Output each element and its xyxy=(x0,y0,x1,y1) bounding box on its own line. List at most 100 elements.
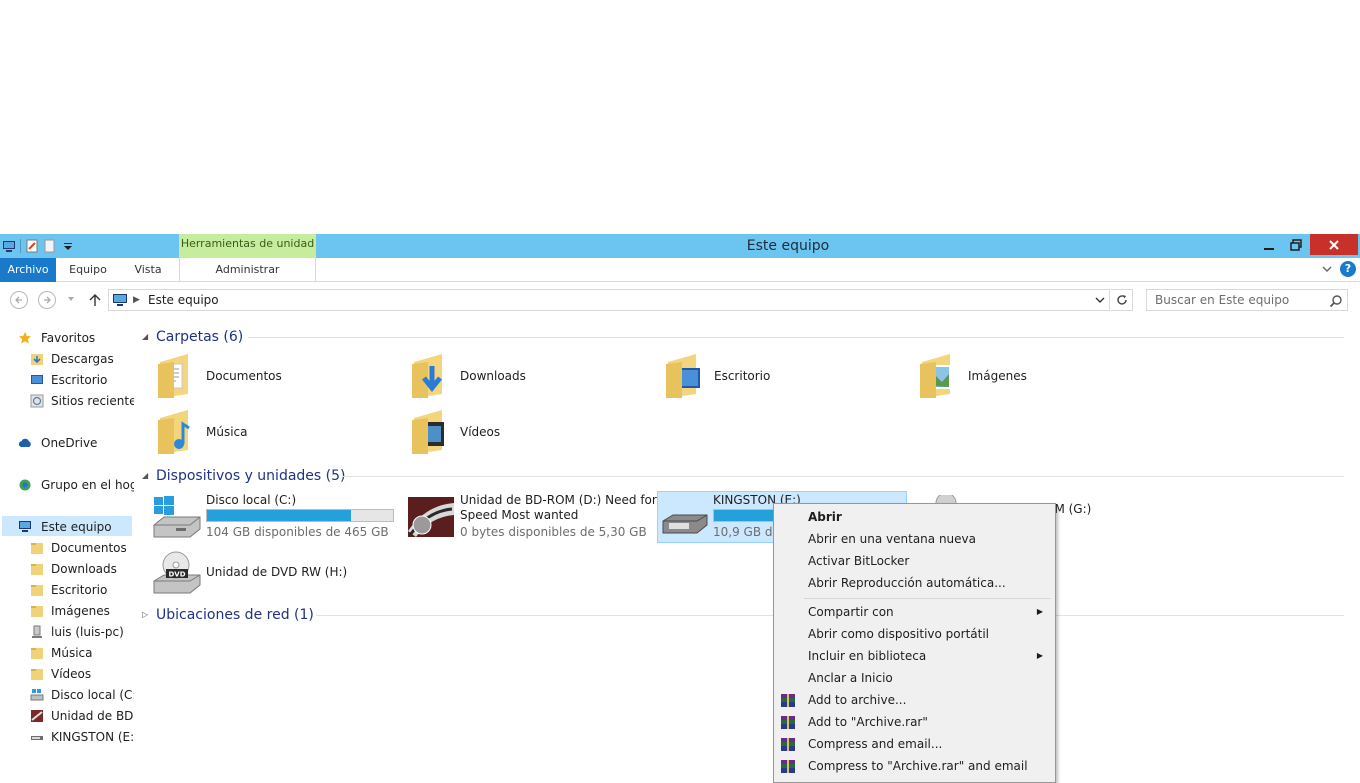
dvd-drive-icon: DVD xyxy=(153,551,201,594)
properties-icon[interactable] xyxy=(25,239,39,253)
address-bar[interactable]: ▶ Este equipo xyxy=(108,289,1110,311)
menu-abrir[interactable]: Abrir xyxy=(776,506,1053,528)
star-icon xyxy=(19,332,31,344)
menu-anclar-inicio[interactable]: Anclar a Inicio xyxy=(776,667,1053,689)
search-input[interactable]: Buscar en Este equipo xyxy=(1146,289,1348,311)
nav-unidad-bd-label: Unidad de BD-F xyxy=(51,709,134,723)
chevron-down-icon[interactable] xyxy=(1093,293,1107,307)
breadcrumb-chevron-icon[interactable]: ▶ xyxy=(133,293,140,307)
collapse-arrow-icon[interactable]: ◢ xyxy=(142,332,148,341)
folder-downloads[interactable]: Downloads xyxy=(392,350,642,402)
computer-icon[interactable] xyxy=(2,239,16,253)
window-title: Este equipo xyxy=(746,238,830,254)
folder-musica-label: Música xyxy=(206,425,248,439)
nav-favoritos-label: Favoritos xyxy=(41,331,96,345)
menu-abrir-nueva-ventana[interactable]: Abrir en una ventana nueva xyxy=(776,528,1053,550)
menu-incluir-biblioteca[interactable]: Incluir en biblioteca ▶ xyxy=(776,645,1053,667)
nav-disco-local-c-label: Disco local (C:) xyxy=(51,688,134,702)
tab-equipo[interactable]: Equipo xyxy=(60,258,116,282)
group-title-dispositivos: Dispositivos y unidades (5) xyxy=(156,468,346,484)
qat-dropdown-icon[interactable] xyxy=(61,239,75,253)
nav-downloads-label: Downloads xyxy=(51,562,117,576)
menu-activar-bitlocker[interactable]: Activar BitLocker xyxy=(776,550,1053,572)
help-icon[interactable]: ? xyxy=(1340,261,1356,277)
drive-c[interactable]: Disco local (C:) 104 GB disponibles de 4… xyxy=(138,491,394,543)
drive-c-name: Disco local (C:) xyxy=(206,493,297,507)
submenu-arrow-icon: ▶ xyxy=(1036,607,1043,616)
close-button[interactable] xyxy=(1310,234,1358,255)
network-computer-icon xyxy=(32,625,42,638)
menu-compress-rar-email[interactable]: Compress to "Archive.rar" and email xyxy=(776,755,1053,777)
drive-h[interactable]: DVD Unidad de DVD RW (H:) xyxy=(138,547,388,599)
search-icon[interactable] xyxy=(1329,294,1343,308)
bd-rom-icon xyxy=(31,710,43,722)
nav-musica-label: Música xyxy=(51,646,93,660)
folder-videos[interactable]: Vídeos xyxy=(392,406,642,458)
refresh-button[interactable] xyxy=(1111,289,1133,311)
nav-escritorio-label: Escritorio xyxy=(51,373,108,387)
menu-compartir-con[interactable]: Compartir con ▶ xyxy=(776,601,1053,623)
tab-administrar[interactable]: Administrar xyxy=(179,258,316,282)
nav-sitios-recientes-label: Sitios recientes xyxy=(51,394,134,408)
drive-d-name-line2: Speed Most wanted xyxy=(460,508,579,522)
tab-archivo[interactable]: Archivo xyxy=(0,258,56,282)
menu-anclar-inicio-label: Anclar a Inicio xyxy=(808,671,893,685)
expand-arrow-icon[interactable]: ▷ xyxy=(142,610,148,619)
new-folder-icon[interactable] xyxy=(43,239,57,253)
qat-separator xyxy=(20,239,21,253)
up-button[interactable] xyxy=(86,291,104,309)
drive-d[interactable]: Unidad de BD-ROM (D:) Need for Speed Most… xyxy=(392,491,657,543)
drive-h-name: Unidad de DVD RW (H:) xyxy=(206,565,348,579)
group-header-red[interactable]: ▷ Ubicaciones de red (1) xyxy=(138,604,1352,626)
breadcrumb-este-equipo[interactable]: Este equipo xyxy=(148,290,219,310)
recent-locations-button[interactable] xyxy=(66,294,76,304)
tab-vista[interactable]: Vista xyxy=(120,258,176,282)
minimize-icon xyxy=(1264,248,1274,250)
folder-imagenes[interactable]: Imágenes xyxy=(900,350,1150,402)
desktop-folder-icon xyxy=(666,354,700,398)
usb-drive-icon xyxy=(31,736,43,740)
collapse-arrow-icon[interactable]: ◢ xyxy=(142,471,148,480)
drive-c-usage-fill xyxy=(207,510,351,521)
context-menu: Abrir Abrir en una ventana nueva Activar… xyxy=(773,503,1056,783)
svg-text:DVD: DVD xyxy=(168,571,185,579)
nav-documentos-label: Documentos xyxy=(51,541,127,555)
nav-imagenes-label: Imágenes xyxy=(51,604,110,618)
menu-compress-rar-email-label: Compress to "Archive.rar" and email xyxy=(808,759,1028,773)
menu-dispositivo-portatil[interactable]: Abrir como dispositivo portátil xyxy=(776,623,1053,645)
bd-rom-game-icon xyxy=(408,497,454,537)
menu-abrir-nueva-ventana-label: Abrir en una ventana nueva xyxy=(808,532,976,546)
search-placeholder: Buscar en Este equipo xyxy=(1155,293,1290,307)
maximize-button[interactable] xyxy=(1283,234,1309,256)
menu-add-to-archive-rar-label: Add to "Archive.rar" xyxy=(808,715,928,729)
folder-icon xyxy=(31,585,43,596)
folder-documentos[interactable]: Documentos xyxy=(138,350,388,402)
hard-drive-icon xyxy=(30,689,44,701)
menu-add-to-archive[interactable]: Add to archive... xyxy=(776,689,1053,711)
folder-icon xyxy=(31,648,43,659)
menu-add-to-archive-rar[interactable]: Add to "Archive.rar" xyxy=(776,711,1053,733)
menu-compress-email[interactable]: Compress and email... xyxy=(776,733,1053,755)
drive-c-usage-bar xyxy=(206,509,394,522)
submenu-arrow-icon: ▶ xyxy=(1036,651,1043,660)
folder-icon xyxy=(31,543,43,554)
folder-escritorio[interactable]: Escritorio xyxy=(646,350,896,402)
folder-musica[interactable]: Música xyxy=(138,406,388,458)
videos-folder-icon xyxy=(412,410,444,454)
winrar-icon xyxy=(781,760,795,773)
usb-drive-icon xyxy=(662,514,708,534)
back-button[interactable] xyxy=(10,291,28,309)
drive-d-space: 0 bytes disponibles de 5,30 GB xyxy=(460,525,647,539)
forward-button[interactable] xyxy=(38,291,56,309)
recent-places-icon xyxy=(30,394,44,408)
chevron-down-icon[interactable] xyxy=(1320,262,1334,276)
folder-downloads-label: Downloads xyxy=(460,369,526,383)
folder-videos-label: Vídeos xyxy=(460,425,501,439)
nav-luis-pc-label: luis (luis-pc) xyxy=(51,625,124,639)
group-header-dispositivos[interactable]: ◢ Dispositivos y unidades (5) xyxy=(138,465,1352,487)
group-header-carpetas[interactable]: ◢ Carpetas (6) xyxy=(138,326,1352,348)
menu-reproduccion-automatica[interactable]: Abrir Reproducción automática... xyxy=(776,572,1053,594)
menu-reproduccion-automatica-label: Abrir Reproducción automática... xyxy=(808,576,1006,590)
minimize-button[interactable] xyxy=(1256,234,1282,256)
nav-onedrive-label: OneDrive xyxy=(41,436,98,450)
